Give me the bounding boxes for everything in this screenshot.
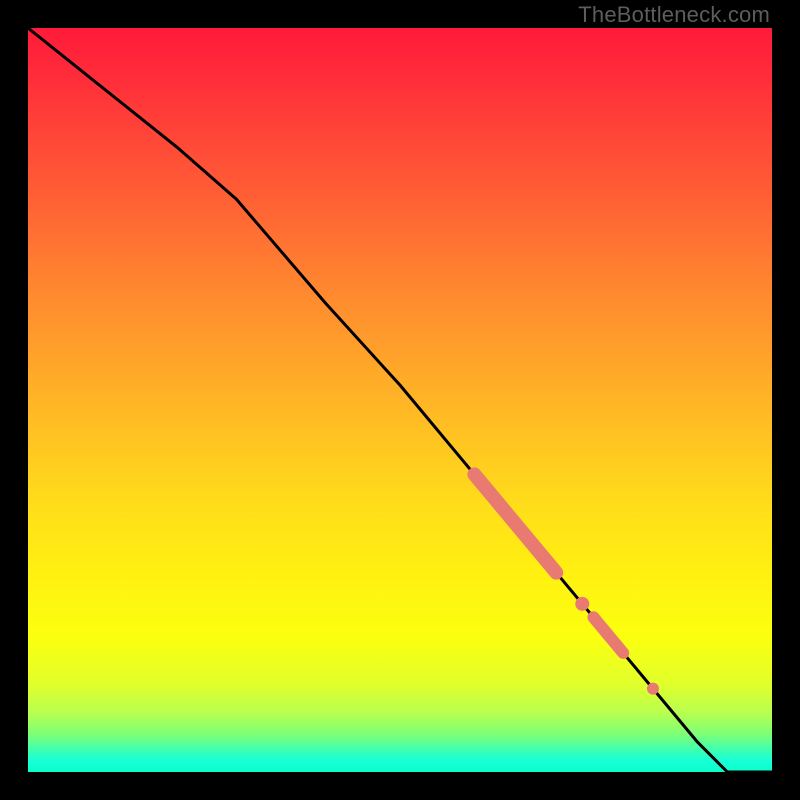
- watermark-label: TheBottleneck.com: [578, 2, 770, 28]
- chart-canvas: TheBottleneck.com: [0, 0, 800, 800]
- highlight-dot-3: [647, 683, 659, 695]
- series-bottleneck-curve: [28, 28, 772, 772]
- chart-overlay: [28, 28, 772, 772]
- highlight-dot-1: [575, 597, 589, 611]
- plot-area: [28, 28, 772, 772]
- highlight-segment-2: [593, 617, 623, 653]
- series-layer: [28, 28, 772, 772]
- highlight-segment-0: [474, 474, 556, 572]
